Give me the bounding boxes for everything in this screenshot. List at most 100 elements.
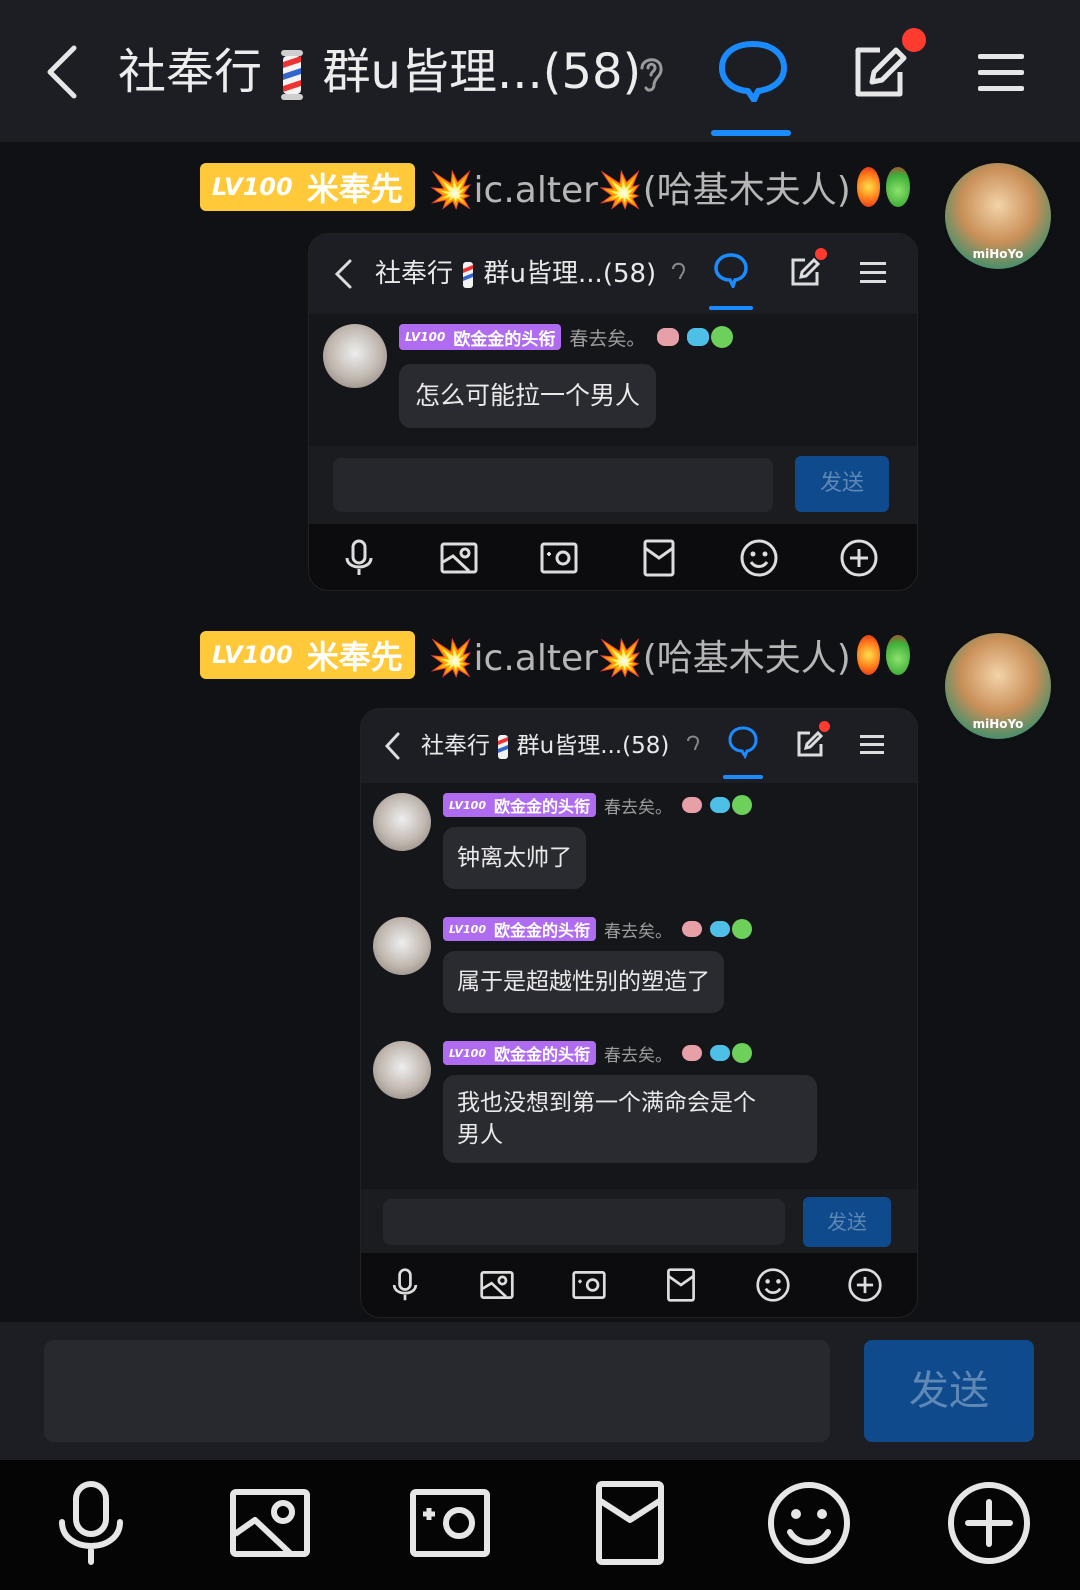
post-badge-title: 欧金金的头衔 <box>493 921 590 940</box>
lip-icon <box>682 921 702 937</box>
edit-icon[interactable] <box>850 42 910 102</box>
microphone-icon <box>392 1268 418 1301</box>
image-icon <box>440 542 478 574</box>
post-header: LV100 欧金金的头衔 春去矣。 <box>443 793 752 818</box>
message-header: LV100 米奉先 💥ic.alter💥(哈基木夫人) <box>200 162 910 212</box>
sender-name[interactable]: 💥ic.alter💥(哈基木夫人) <box>429 161 851 213</box>
fire-icon <box>856 635 881 675</box>
embedded-post: LV100 欧金金的头衔 春去矣。 钟离太帅了 <box>373 793 903 903</box>
post-header: LV100 欧金金的头衔 春去矣。 <box>443 917 752 942</box>
back-arrow-icon <box>334 259 352 289</box>
camera-icon <box>540 542 578 574</box>
sender-name[interactable]: 💥ic.alter💥(哈基木夫人) <box>429 629 851 681</box>
embedded-toolbar <box>361 1253 917 1317</box>
post-header: LV100 欧金金的头衔 春去矣。 <box>443 1041 752 1066</box>
barber-pole-icon <box>498 734 509 759</box>
post-badge: LV100 欧金金的头衔 <box>399 324 562 350</box>
embedded-title-part1: 社奉行 <box>421 733 490 759</box>
red-packet-icon <box>643 539 675 577</box>
post-avatar <box>373 793 431 851</box>
chat-bubble-icon <box>714 253 748 288</box>
avatar-watermark: miHoYo <box>972 247 1024 261</box>
avatar[interactable]: miHoYo <box>942 160 1054 272</box>
badge-title: 米奉先 <box>306 170 403 208</box>
active-tab-indicator <box>711 130 791 136</box>
badge-level: LV100 <box>212 173 293 201</box>
post-badge-title: 欧金金的头衔 <box>493 797 590 816</box>
post-sender-name: 春去矣。 <box>569 327 646 350</box>
embedded-title-part2: 群u皆理...(58) <box>516 733 670 759</box>
embedded-screenshot[interactable]: 社奉行 群u皆理...(58) LV100 欧金金的头衔 <box>308 233 918 591</box>
fish-icon <box>710 921 730 937</box>
notification-dot <box>819 721 830 732</box>
edit-icon <box>797 730 824 757</box>
send-button[interactable]: 发送 <box>864 1340 1034 1442</box>
active-tab-indicator <box>709 306 753 310</box>
cactus-face-icon <box>711 326 734 348</box>
composer: 发送 <box>0 1322 1080 1460</box>
post-avatar <box>323 324 387 388</box>
level-badge: LV100 米奉先 <box>200 163 415 211</box>
badge-level: LV100 <box>212 641 293 669</box>
post-header: LV100 欧金金的头衔 春去矣。 <box>399 324 734 350</box>
plus-icon <box>848 1268 882 1302</box>
barber-pole-icon <box>281 50 304 100</box>
ear-icon <box>672 262 686 280</box>
emoji-icon <box>756 1268 790 1302</box>
fire-icon <box>856 167 881 207</box>
red-packet-icon <box>667 1268 695 1302</box>
emoji-icon[interactable] <box>764 1478 854 1568</box>
fish-icon <box>710 797 730 813</box>
back-arrow-icon[interactable] <box>40 42 84 102</box>
post-badge-title: 欧金金的头衔 <box>453 329 556 350</box>
embedded-input <box>333 458 773 512</box>
post-badge-level: LV100 <box>449 1046 486 1060</box>
embedded-title: 社奉行 群u皆理...(58) <box>421 727 669 765</box>
lip-icon <box>657 328 680 346</box>
post-badge-title: 欧金金的头衔 <box>493 1045 590 1064</box>
cactus-face-icon <box>732 1043 752 1063</box>
plus-icon[interactable] <box>944 1478 1034 1568</box>
post-avatar <box>373 1041 431 1099</box>
image-icon[interactable] <box>225 1478 315 1568</box>
embedded-top-bar: 社奉行 群u皆理...(58) <box>361 709 917 783</box>
avatar[interactable]: miHoYo <box>942 630 1054 742</box>
message-input[interactable] <box>44 1340 830 1442</box>
red-packet-icon[interactable] <box>585 1478 675 1568</box>
microphone-icon <box>345 539 373 575</box>
embedded-title-part2: 群u皆理...(58) <box>483 259 657 289</box>
chat-bubble-icon <box>728 726 758 759</box>
chat-bubble-icon[interactable] <box>718 40 788 102</box>
fish-icon <box>687 328 710 346</box>
level-badge: LV100 米奉先 <box>200 631 415 679</box>
post-badge-level: LV100 <box>449 798 486 812</box>
message-header: LV100 米奉先 💥ic.alter💥(哈基木夫人) <box>200 630 910 680</box>
embedded-post: LV100 欧金金的头衔 春去矣。 怎么可能拉一个男人 <box>323 324 903 444</box>
cactus-face-icon <box>732 919 752 939</box>
post-badge: LV100 欧金金的头衔 <box>443 793 596 817</box>
bottom-toolbar <box>0 1460 1080 1590</box>
embedded-send-button: 发送 <box>803 1197 891 1247</box>
plus-icon <box>840 539 878 577</box>
lip-icon <box>682 1045 702 1061</box>
post-sender-name: 春去矣。 <box>604 921 672 942</box>
embedded-input <box>383 1199 785 1245</box>
notification-dot <box>815 248 827 260</box>
post-bubble-line: 男人 <box>457 1122 503 1148</box>
cactus-face-icon <box>886 635 910 675</box>
embedded-title: 社奉行 群u皆理...(58) <box>375 254 656 294</box>
embedded-screenshot[interactable]: 社奉行 群u皆理...(58) LV100 欧金金的头衔 <box>360 708 918 1318</box>
chat-title-part1: 社奉行 <box>118 44 263 100</box>
active-tab-indicator <box>723 775 763 779</box>
menu-icon <box>860 735 884 754</box>
embedded-toolbar <box>309 524 917 590</box>
embedded-post: LV100 欧金金的头衔 春去矣。 我也没想到第一个满命会是个 男人 <box>373 1041 903 1181</box>
image-icon <box>480 1271 514 1299</box>
menu-icon[interactable] <box>976 50 1026 96</box>
cactus-face-icon <box>886 167 910 207</box>
ear-icon[interactable] <box>634 52 668 94</box>
microphone-icon[interactable] <box>46 1478 136 1568</box>
emoji-icon <box>740 539 778 577</box>
chat-title-part2: 群u皆理...(58) <box>322 44 642 100</box>
camera-icon[interactable] <box>405 1478 495 1568</box>
